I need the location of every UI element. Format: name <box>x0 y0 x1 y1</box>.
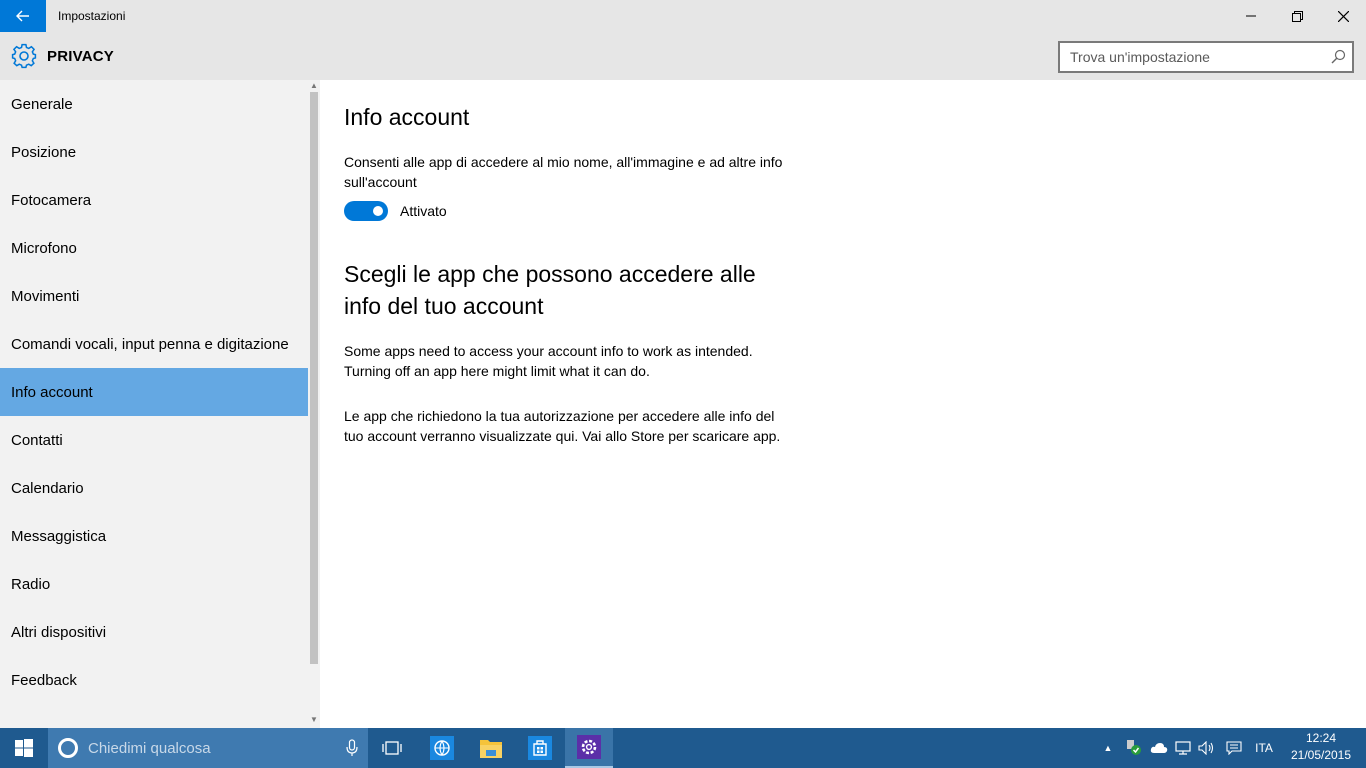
chevron-up-icon: ▲ <box>1103 743 1113 753</box>
settings-app-button[interactable] <box>565 728 613 768</box>
clock-time: 12:24 <box>1305 731 1337 745</box>
cloud-icon <box>1150 743 1168 753</box>
store-button[interactable] <box>516 728 564 768</box>
sidebar-item-generale[interactable]: Generale <box>0 80 308 128</box>
network-icon <box>1175 741 1191 755</box>
sidebar-item-label: Calendario <box>11 479 84 497</box>
gear-icon <box>11 43 37 69</box>
sidebar-item-radio[interactable]: Radio <box>0 560 308 608</box>
toggle-description: Consenti alle app di accedere al mio nom… <box>344 154 783 190</box>
title-bar: Impostazioni <box>0 0 1366 32</box>
folder-icon <box>480 740 502 758</box>
cortana-icon <box>58 738 78 758</box>
store-text: Le app che richiedono la tua autorizzazi… <box>344 408 781 444</box>
toggle-knob <box>373 206 383 216</box>
file-explorer-button[interactable] <box>467 728 515 768</box>
info-text: Some apps need to access your account in… <box>344 343 753 379</box>
account-access-toggle-row: Attivato <box>344 201 447 221</box>
scroll-up-arrow-icon[interactable]: ▲ <box>310 82 318 90</box>
close-icon <box>1337 10 1349 22</box>
sidebar-item-microfono[interactable]: Microfono <box>0 224 308 272</box>
sidebar-item-label: Comandi vocali, input penna e digitazion… <box>11 335 289 353</box>
sidebar-item-movimenti[interactable]: Movimenti <box>0 272 308 320</box>
sidebar-item-label: Info account <box>11 383 93 401</box>
restore-button[interactable] <box>1274 0 1320 32</box>
section-title: PRIVACY <box>47 48 114 65</box>
onedrive-tray-button[interactable] <box>1147 728 1171 768</box>
taskbar: ▲ ITA 12:24 21/05/2015 <box>0 728 1366 768</box>
sidebar-item-calendario[interactable]: Calendario <box>0 464 308 512</box>
sidebar-item-info-account[interactable]: Info account <box>0 368 308 416</box>
sidebar-item-label: Movimenti <box>11 287 80 305</box>
sidebar-item-label: Feedback <box>11 671 77 689</box>
input-language-button[interactable]: ITA <box>1248 728 1280 768</box>
taskbar-clock[interactable]: 12:24 21/05/2015 <box>1286 730 1356 766</box>
store-bag-icon <box>528 736 552 760</box>
settings-gear-icon <box>577 735 601 759</box>
network-tray-button[interactable] <box>1171 728 1195 768</box>
speaker-icon <box>1198 741 1214 755</box>
settings-search[interactable] <box>1058 41 1354 73</box>
minimize-icon <box>1246 15 1256 17</box>
minimize-button[interactable] <box>1228 0 1274 32</box>
start-button[interactable] <box>0 728 48 768</box>
sidebar-item-messaggistica[interactable]: Messaggistica <box>0 512 308 560</box>
show-hidden-icons-button[interactable]: ▲ <box>1098 728 1118 768</box>
sidebar-item-label: Fotocamera <box>11 191 92 209</box>
main-content: Info account Consenti alle app di accede… <box>320 80 1366 728</box>
language-label: ITA <box>1255 741 1273 755</box>
sidebar-item-label: Microfono <box>11 239 77 257</box>
edge-browser-button[interactable] <box>418 728 466 768</box>
sidebar: Generale Posizione Fotocamera Microfono … <box>0 80 320 728</box>
sidebar-item-comandi-vocali[interactable]: Comandi vocali, input penna e digitazion… <box>0 320 308 368</box>
sidebar-item-feedback[interactable]: Feedback <box>0 656 308 704</box>
sidebar-item-fotocamera[interactable]: Fotocamera <box>0 176 308 224</box>
clock-date: 21/05/2015 <box>1290 748 1352 762</box>
sidebar-item-altri-dispositivi[interactable]: Altri dispositivi <box>0 608 308 656</box>
close-button[interactable] <box>1320 0 1366 32</box>
sidebar-item-posizione[interactable]: Posizione <box>0 128 308 176</box>
sidebar-item-label: Altri dispositivi <box>11 623 107 641</box>
sidebar-item-label: Posizione <box>11 143 77 161</box>
windows-logo-icon <box>15 739 33 757</box>
sidebar-item-label: Radio <box>11 575 51 593</box>
action-center-button[interactable] <box>1222 728 1246 768</box>
account-access-toggle[interactable] <box>344 201 388 221</box>
scroll-thumb[interactable] <box>310 92 318 664</box>
page-title: Info account <box>344 104 470 130</box>
apps-section-title: Scegli le app che possono accedere alle … <box>344 261 756 319</box>
task-view-icon <box>382 741 402 755</box>
defender-tray-button[interactable] <box>1122 728 1146 768</box>
taskbar-search-input[interactable] <box>88 728 328 768</box>
restore-icon <box>1291 10 1303 22</box>
sidebar-scrollbar[interactable]: ▲ ▼ <box>308 80 320 728</box>
page-header: PRIVACY <box>0 32 1366 80</box>
back-button[interactable] <box>0 0 46 32</box>
notification-icon <box>1226 741 1242 755</box>
microphone-icon[interactable] <box>346 739 358 757</box>
app-title: Impostazioni <box>58 9 126 23</box>
browser-icon <box>430 736 454 760</box>
sidebar-item-contatti[interactable]: Contatti <box>0 416 308 464</box>
back-arrow-icon <box>16 10 29 22</box>
sidebar-item-label: Generale <box>11 95 73 113</box>
cortana-search-box[interactable] <box>48 728 368 768</box>
task-view-button[interactable] <box>368 728 416 768</box>
toggle-state-label: Attivato <box>400 203 447 219</box>
volume-tray-button[interactable] <box>1195 728 1219 768</box>
security-check-icon <box>1127 740 1141 755</box>
sidebar-item-label: Contatti <box>11 431 63 449</box>
search-icon[interactable] <box>1330 49 1346 65</box>
search-input[interactable] <box>1060 43 1320 71</box>
sidebar-item-label: Messaggistica <box>11 527 107 545</box>
scroll-down-arrow-icon[interactable]: ▼ <box>310 716 318 724</box>
